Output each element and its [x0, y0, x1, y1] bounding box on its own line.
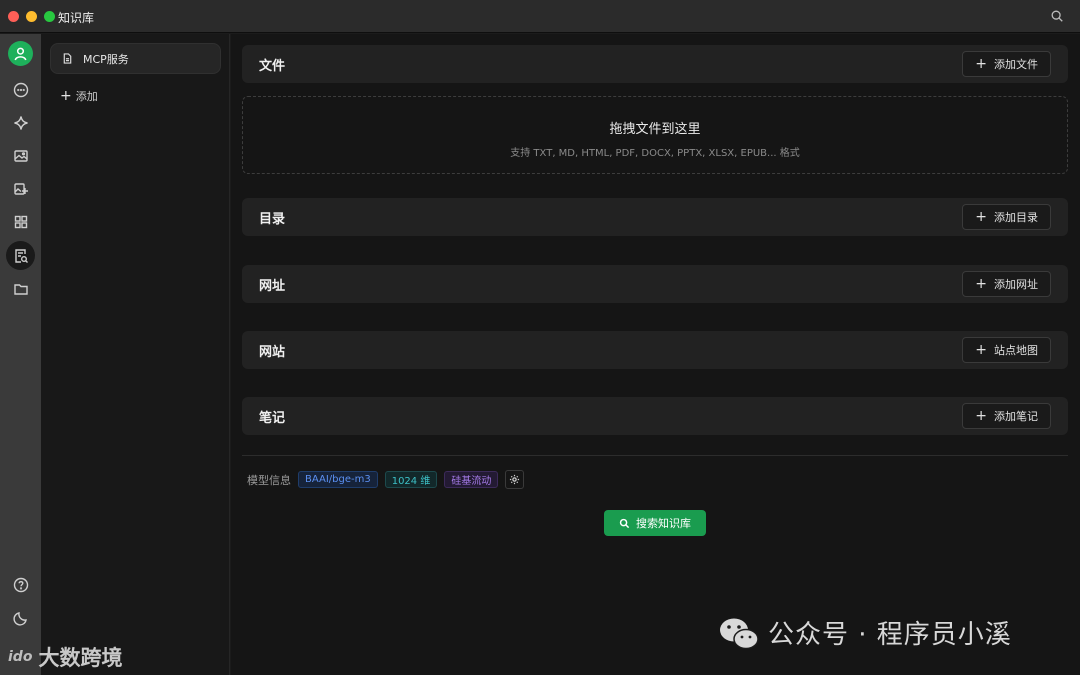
- title-bar: 知识库: [0, 0, 1080, 33]
- search-icon[interactable]: [1050, 9, 1064, 23]
- folder-icon[interactable]: [6, 274, 35, 303]
- model-tag: BAAI/bge-m3: [298, 471, 378, 488]
- sidebar-item-mcp[interactable]: MCP服务: [50, 43, 221, 74]
- button-label: 添加目录: [994, 211, 1038, 224]
- settings-button[interactable]: [505, 470, 525, 489]
- brand-watermark: ido 大数跨境: [8, 642, 122, 672]
- wechat-icon: [720, 618, 759, 649]
- knowledge-base-icon[interactable]: [6, 241, 35, 270]
- sidebar-item-label: MCP服务: [83, 52, 129, 66]
- dimension-tag: 1024 维: [384, 471, 438, 488]
- brand-logo: ido: [8, 649, 33, 665]
- plus-icon: +: [975, 276, 987, 292]
- sitemap-button[interactable]: + 站点地图: [962, 337, 1051, 363]
- dropzone-title: 拖拽文件到这里: [609, 122, 701, 137]
- plus-icon: +: [60, 88, 72, 104]
- chat-icon[interactable]: [6, 75, 35, 104]
- search-knowledge-base-button[interactable]: 搜索知识库: [604, 510, 706, 536]
- section-notes: 笔记 + 添加笔记: [242, 397, 1068, 435]
- button-label: 添加文件: [994, 58, 1038, 71]
- sparkle-icon[interactable]: [6, 108, 35, 137]
- window-controls: [8, 11, 55, 22]
- avatar[interactable]: [8, 41, 33, 66]
- section-title: 目录: [259, 212, 286, 227]
- brand-watermark-text: 大数跨境: [38, 646, 123, 670]
- plus-icon: +: [975, 209, 987, 225]
- search-button-label: 搜索知识库: [636, 517, 691, 530]
- provider-tag: 硅基流动: [444, 471, 499, 488]
- section-title: 网址: [259, 279, 286, 294]
- apps-icon[interactable]: [6, 207, 35, 236]
- section-directory: 目录 + 添加目录: [242, 198, 1068, 236]
- section-website: 网站 + 站点地图: [242, 331, 1068, 369]
- add-file-button[interactable]: + 添加文件: [962, 51, 1051, 77]
- add-label: 添加: [75, 90, 98, 103]
- window-title: 知识库: [58, 11, 95, 25]
- button-label: 添加网址: [994, 278, 1038, 291]
- divider: [242, 455, 1068, 456]
- wechat-watermark: 公众号 · 程序员小溪: [718, 614, 1012, 651]
- moon-icon[interactable]: [6, 603, 35, 632]
- wechat-watermark-text: 公众号 · 程序员小溪: [768, 620, 1012, 650]
- image-edit-icon[interactable]: [6, 174, 35, 203]
- plus-icon: +: [975, 56, 987, 72]
- add-url-button[interactable]: + 添加网址: [962, 271, 1051, 297]
- close-window-button[interactable]: [8, 11, 19, 22]
- plus-icon: +: [975, 342, 987, 358]
- section-url: 网址 + 添加网址: [242, 265, 1068, 303]
- section-title: 网站: [259, 345, 286, 360]
- nav-rail: [0, 34, 41, 675]
- file-dropzone[interactable]: 拖拽文件到这里 支持 TXT, MD, HTML, PDF, DOCX, PPT…: [242, 96, 1068, 174]
- zoom-window-button[interactable]: [44, 11, 55, 22]
- button-label: 添加笔记: [994, 410, 1038, 423]
- section-title: 笔记: [259, 411, 286, 426]
- image-icon[interactable]: [6, 141, 35, 170]
- add-knowledge-base-button[interactable]: + 添加: [60, 88, 98, 104]
- search-icon: [619, 518, 630, 528]
- main-panel: 文件 + 添加文件 拖拽文件到这里 支持 TXT, MD, HTML, PDF,…: [231, 34, 1080, 675]
- add-directory-button[interactable]: + 添加目录: [962, 204, 1051, 230]
- dropzone-subtitle: 支持 TXT, MD, HTML, PDF, DOCX, PPTX, XLSX,…: [510, 148, 800, 159]
- file-icon: [63, 53, 72, 64]
- section-title: 文件: [259, 59, 286, 74]
- model-info-row: 模型信息 BAAI/bge-m3 1024 维 硅基流动: [247, 470, 525, 489]
- help-icon[interactable]: [6, 570, 35, 599]
- minimize-window-button[interactable]: [26, 11, 37, 22]
- button-label: 站点地图: [994, 344, 1038, 357]
- add-note-button[interactable]: + 添加笔记: [962, 403, 1051, 429]
- plus-icon: +: [975, 408, 987, 424]
- section-files: 文件 + 添加文件: [242, 45, 1068, 83]
- gear-icon: [510, 474, 520, 485]
- knowledge-base-sidebar: MCP服务 + 添加: [41, 34, 230, 675]
- model-info-label: 模型信息: [247, 473, 291, 487]
